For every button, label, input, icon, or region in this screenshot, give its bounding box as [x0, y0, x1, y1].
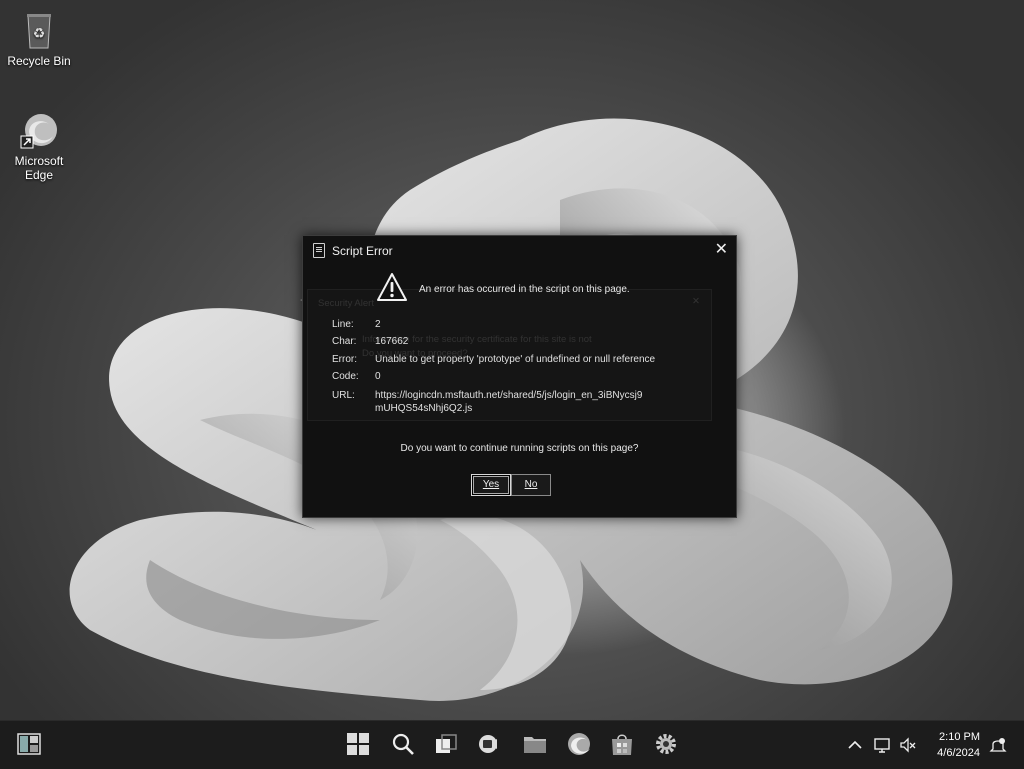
desktop-icon-label: Microsoft Edge	[14, 154, 64, 182]
no-button-label: No	[524, 479, 538, 490]
url-value-line-2: mUHQS54sNhj6Q2.js	[375, 403, 473, 414]
script-error-dialog: Script Error ✕ Security Alert ✕ Informat…	[302, 235, 737, 518]
taskbar-clock[interactable]: 2:10 PM 4/6/2024	[937, 729, 980, 761]
error-label: Error:	[332, 354, 357, 365]
char-label: Char:	[332, 336, 357, 347]
url-label: URL:	[332, 390, 355, 401]
line-value: 2	[375, 319, 381, 330]
dialog-title: Script Error	[332, 244, 393, 258]
no-button[interactable]: No	[511, 474, 551, 496]
widgets-icon[interactable]	[16, 731, 44, 759]
desktop-icon-edge[interactable]: Microsoft Edge	[4, 110, 74, 182]
close-button[interactable]: ✕	[715, 239, 728, 259]
network-icon[interactable]	[873, 736, 891, 754]
settings-icon[interactable]	[653, 731, 681, 759]
code-label: Code:	[332, 371, 359, 382]
notification-icon[interactable]	[989, 736, 1007, 754]
store-icon[interactable]	[609, 731, 637, 759]
code-value: 0	[375, 371, 381, 382]
svg-text:♻: ♻	[33, 25, 46, 41]
document-icon	[313, 243, 325, 258]
meet-icon[interactable]	[477, 731, 505, 759]
yes-button[interactable]: Yes	[471, 474, 511, 496]
clock-time: 2:10 PM	[939, 731, 980, 743]
error-headline: An error has occurred in the script on t…	[419, 284, 630, 295]
yes-button-label: Yes	[482, 479, 500, 490]
background-dialog-close-icon: ✕	[692, 296, 700, 307]
background-dialog-title: Security Alert	[318, 298, 374, 309]
search-icon[interactable]	[390, 731, 418, 759]
task-view-icon[interactable]	[433, 731, 461, 759]
start-icon[interactable]	[345, 731, 373, 759]
volume-muted-icon[interactable]	[899, 736, 917, 754]
clock-date: 4/6/2024	[937, 747, 980, 759]
error-value: Unable to get property 'prototype' of un…	[375, 354, 656, 365]
chevron-up-icon[interactable]	[846, 736, 864, 754]
url-value-line-1: https://logincdn.msftauth.net/shared/5/j…	[375, 390, 643, 401]
file-explorer-icon[interactable]	[522, 731, 550, 759]
continue-question: Do you want to continue running scripts …	[400, 443, 639, 454]
taskbar: 2:10 PM 4/6/2024	[0, 720, 1024, 769]
line-label: Line:	[332, 319, 354, 330]
desktop-icon-recycle-bin[interactable]: ♻ Recycle Bin	[4, 10, 74, 68]
recycle-bin-icon: ♻	[19, 10, 59, 50]
warning-icon	[377, 273, 407, 301]
desktop-icon-label: Recycle Bin	[7, 54, 71, 68]
char-value: 167662	[375, 336, 409, 347]
edge-icon[interactable]	[566, 731, 594, 759]
edge-icon	[19, 110, 59, 150]
